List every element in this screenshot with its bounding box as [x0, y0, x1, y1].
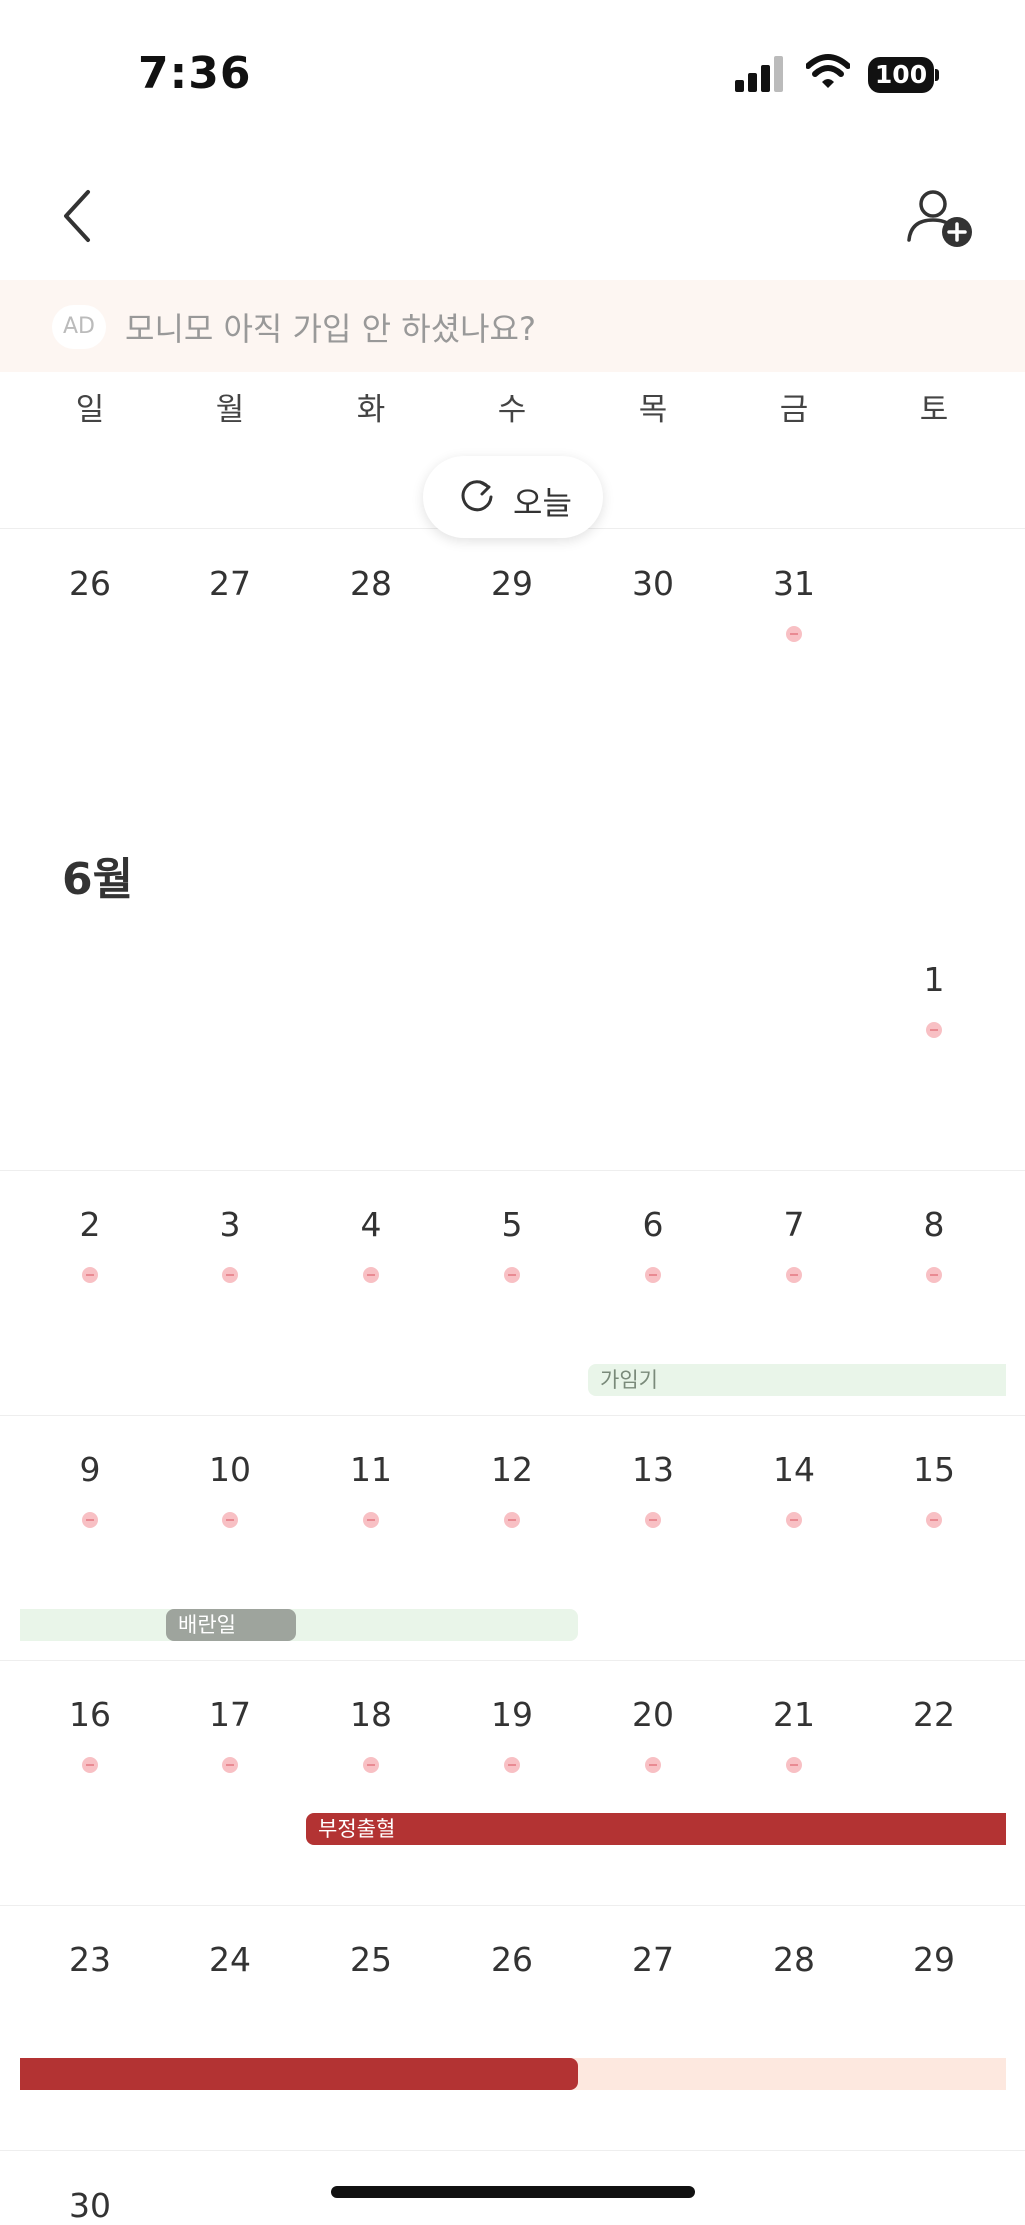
- day-cell[interactable]: 11: [331, 1450, 411, 1489]
- refresh-icon: [461, 480, 493, 512]
- day-cell[interactable]: 27: [613, 1940, 693, 1979]
- ad-text[interactable]: 모니모 아직 가입 안 하셨나요?: [125, 304, 536, 350]
- day-cell[interactable]: 25: [331, 1940, 411, 1979]
- period-dot: [926, 1022, 942, 1038]
- day-cell[interactable]: 4: [331, 1205, 411, 1244]
- battery-indicator: 100: [868, 57, 940, 93]
- weekday-wed: 수: [497, 392, 527, 428]
- period-dot: [786, 1267, 802, 1283]
- day-cell[interactable]: 5: [472, 1205, 552, 1244]
- battery-tip: [935, 69, 939, 81]
- fertile-period-bar[interactable]: [20, 1609, 578, 1641]
- period-dot: [504, 1512, 520, 1528]
- day-cell[interactable]: 28: [331, 564, 411, 603]
- day-cell[interactable]: 23: [50, 1940, 130, 1979]
- day-cell[interactable]: 26: [50, 564, 130, 603]
- back-chevron-icon[interactable]: [58, 188, 98, 244]
- period-dot: [786, 1512, 802, 1528]
- day-cell[interactable]: 15: [894, 1450, 974, 1489]
- weekday-fri: 금: [779, 392, 809, 428]
- ad-badge: AD: [52, 305, 106, 349]
- week-divider: [0, 1415, 1025, 1416]
- day-cell[interactable]: 30: [50, 2186, 130, 2225]
- status-time: 7:36: [138, 48, 252, 99]
- period-dot: [645, 1267, 661, 1283]
- day-cell[interactable]: 30: [613, 564, 693, 603]
- day-cell[interactable]: 27: [190, 564, 270, 603]
- day-cell[interactable]: 13: [613, 1450, 693, 1489]
- day-cell[interactable]: 19: [472, 1695, 552, 1734]
- period-dot: [363, 1757, 379, 1773]
- wifi-icon: [806, 54, 850, 88]
- period-dot: [82, 1757, 98, 1773]
- week-divider: [0, 1170, 1025, 1171]
- period-dot: [222, 1512, 238, 1528]
- today-label: 오늘: [513, 484, 572, 522]
- day-cell[interactable]: 10: [190, 1450, 270, 1489]
- week-divider: [0, 2150, 1025, 2151]
- day-cell[interactable]: 16: [50, 1695, 130, 1734]
- spotting-bar[interactable]: 부정출혈: [306, 1813, 1006, 1845]
- add-partner-icon[interactable]: [905, 188, 975, 250]
- period-dot: [222, 1757, 238, 1773]
- period-dot: [926, 1267, 942, 1283]
- period-dot: [82, 1267, 98, 1283]
- day-cell[interactable]: 2: [50, 1205, 130, 1244]
- day-cell[interactable]: 24: [190, 1940, 270, 1979]
- weekday-thu: 목: [638, 392, 668, 428]
- day-cell[interactable]: 7: [754, 1205, 834, 1244]
- battery-level: 100: [868, 57, 934, 93]
- day-cell[interactable]: 6: [613, 1205, 693, 1244]
- day-cell[interactable]: 8: [894, 1205, 974, 1244]
- day-cell[interactable]: 21: [754, 1695, 834, 1734]
- cellular-signal-icon: [735, 56, 783, 92]
- period-dot: [222, 1267, 238, 1283]
- day-cell[interactable]: 12: [472, 1450, 552, 1489]
- day-cell[interactable]: 18: [331, 1695, 411, 1734]
- weekday-tue: 화: [356, 392, 386, 428]
- month-title: 6월: [62, 854, 134, 905]
- home-indicator: [331, 2186, 695, 2198]
- weekday-mon: 월: [215, 392, 245, 428]
- day-cell[interactable]: 1: [894, 960, 974, 999]
- day-cell[interactable]: 17: [190, 1695, 270, 1734]
- day-cell[interactable]: 31: [754, 564, 834, 603]
- day-cell[interactable]: 28: [754, 1940, 834, 1979]
- period-dot: [645, 1757, 661, 1773]
- period-dot: [786, 626, 802, 642]
- weekday-sun: 일: [75, 392, 105, 428]
- period-dot: [82, 1512, 98, 1528]
- day-cell[interactable]: 22: [894, 1695, 974, 1734]
- weekday-sat: 토: [919, 392, 949, 428]
- day-cell[interactable]: 26: [472, 1940, 552, 1979]
- period-dot: [504, 1757, 520, 1773]
- day-cell[interactable]: 3: [190, 1205, 270, 1244]
- day-cell[interactable]: 29: [472, 564, 552, 603]
- period-dot: [926, 1512, 942, 1528]
- day-cell[interactable]: 9: [50, 1450, 130, 1489]
- day-cell[interactable]: 14: [754, 1450, 834, 1489]
- period-dot: [504, 1267, 520, 1283]
- fertile-period-bar[interactable]: 가임기: [588, 1364, 1006, 1396]
- day-cell[interactable]: 20: [613, 1695, 693, 1734]
- today-button[interactable]: 오늘: [423, 456, 603, 538]
- week-divider: [0, 1905, 1025, 1906]
- day-cell[interactable]: 29: [894, 1940, 974, 1979]
- week-divider: [0, 1660, 1025, 1661]
- ovulation-day-bar[interactable]: 배란일: [166, 1609, 296, 1641]
- period-dot: [363, 1267, 379, 1283]
- period-dot: [645, 1512, 661, 1528]
- period-dot: [363, 1512, 379, 1528]
- period-dot: [786, 1757, 802, 1773]
- spotting-bar[interactable]: [20, 2058, 578, 2090]
